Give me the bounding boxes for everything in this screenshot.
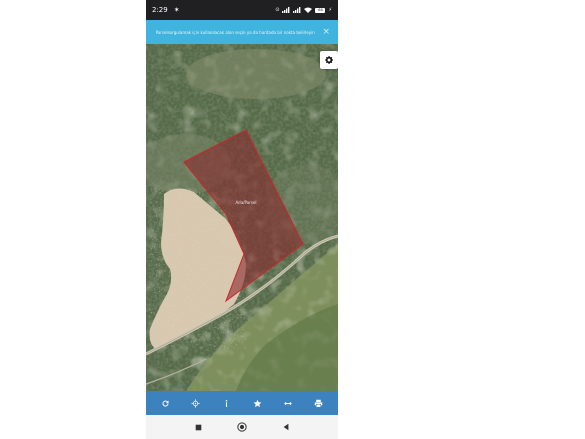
info-button[interactable] [218, 394, 236, 412]
signal-icon-2 [293, 7, 301, 13]
print-button[interactable] [310, 394, 328, 412]
system-nav-bar [146, 415, 338, 439]
parcel-label: Ada/Parsel [236, 200, 257, 205]
print-icon [314, 399, 323, 408]
battery-icon: 68 [315, 7, 326, 13]
measure-button[interactable] [279, 394, 297, 412]
signal-icon [282, 7, 290, 13]
battery-level: 68 [315, 7, 326, 13]
status-time: 2:29 [152, 6, 168, 14]
info-icon [225, 399, 228, 407]
banner-text: Parselsorgulamak için kullanılacak alan … [155, 29, 315, 35]
close-icon[interactable]: × [322, 27, 330, 37]
square-icon [195, 424, 201, 430]
home-circle-icon [237, 422, 247, 432]
charging-icon: ⚡︎ [328, 7, 332, 13]
status-bar: 2:29 ✶ ⊙ 68 ⚡︎ [146, 0, 338, 20]
alarm-icon: ⊙ [275, 7, 280, 13]
refresh-button[interactable] [156, 394, 174, 412]
satellite-map[interactable]: Ada/Parsel [146, 44, 338, 391]
settings-button[interactable] [320, 51, 338, 69]
back-triangle-icon [283, 423, 289, 431]
locate-button[interactable] [187, 394, 205, 412]
gear-icon [325, 56, 333, 64]
notification-icon: ✶ [173, 6, 180, 14]
crosshair-icon [191, 398, 201, 408]
refresh-icon [162, 400, 169, 407]
back-button[interactable] [279, 420, 293, 434]
recents-button[interactable] [191, 420, 205, 434]
favorite-button[interactable] [248, 394, 266, 412]
phone-screen: 2:29 ✶ ⊙ 68 ⚡︎ Parselsorgulamak için kul… [146, 0, 338, 439]
wifi-icon [304, 7, 313, 13]
bottom-toolbar [146, 391, 338, 415]
home-button[interactable] [235, 420, 249, 434]
star-icon [253, 399, 262, 407]
measure-icon [284, 401, 292, 405]
info-banner: Parselsorgulamak için kullanılacak alan … [146, 20, 338, 44]
map-canvas[interactable]: Ada/Parsel [146, 44, 338, 391]
